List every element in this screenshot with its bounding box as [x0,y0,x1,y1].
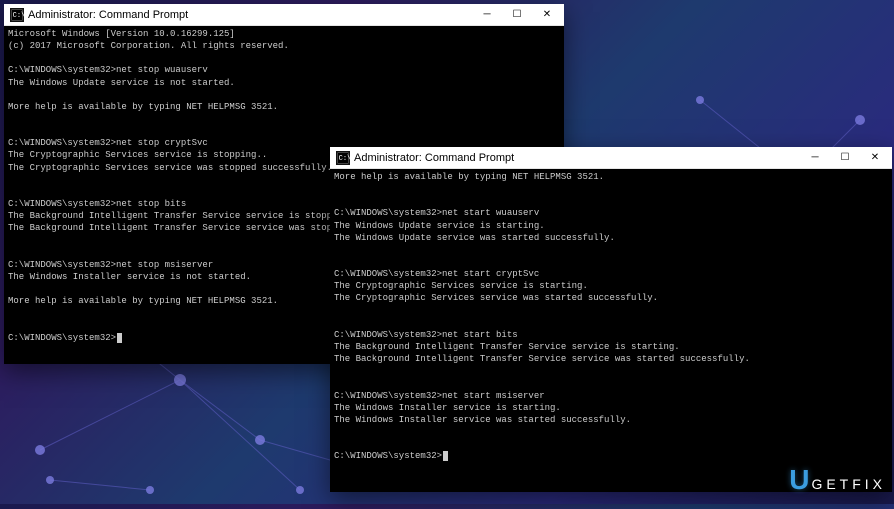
terminal-line: The Cryptographic Services service is st… [334,280,888,292]
terminal-line [8,52,560,64]
close-button[interactable] [860,147,890,169]
terminal-line: C:\WINDOWS\system32>net stop wuauserv [8,64,560,76]
terminal-line: C:\WINDOWS\system32>net start wuauserv [334,207,888,219]
terminal-line [334,305,888,317]
terminal-line: The Background Intelligent Transfer Serv… [334,353,888,365]
terminal-line [334,183,888,195]
cmd-icon: C:\ [336,151,350,165]
terminal-line: C:\WINDOWS\system32>net start msiserver [334,390,888,402]
minimize-button[interactable] [800,147,830,169]
terminal-line: Microsoft Windows [Version 10.0.16299.12… [8,28,560,40]
terminal-output[interactable]: More help is available by typing NET HEL… [330,169,892,492]
watermark: U GETFIX [789,464,886,496]
window-title: Administrator: Command Prompt [28,9,472,21]
terminal-line [334,426,888,438]
watermark-text: GETFIX [811,476,886,492]
watermark-letter: U [789,464,809,496]
terminal-line: The Windows Installer service was starte… [334,414,888,426]
terminal-line [334,256,888,268]
cursor [117,333,122,343]
terminal-line: The Windows Installer service is startin… [334,402,888,414]
window-title: Administrator: Command Prompt [354,152,800,164]
terminal-line [334,244,888,256]
terminal-line [8,89,560,101]
terminal-line: C:\WINDOWS\system32>net start cryptSvc [334,268,888,280]
titlebar[interactable]: C:\ Administrator: Command Prompt [4,4,564,26]
terminal-line: The Windows Update service is not starte… [8,77,560,89]
terminal-line [334,195,888,207]
terminal-line: The Background Intelligent Transfer Serv… [334,341,888,353]
window-controls [472,4,562,26]
minimize-button[interactable] [472,4,502,26]
terminal-line [334,377,888,389]
terminal-line [334,365,888,377]
cmd-icon: C:\ [10,8,24,22]
terminal-line: The Windows Update service is starting. [334,220,888,232]
svg-text:C:\: C:\ [339,154,350,162]
terminal-line [334,317,888,329]
terminal-line [8,113,560,125]
terminal-line: C:\WINDOWS\system32>net start bits [334,329,888,341]
maximize-button[interactable] [502,4,532,26]
terminal-line: More help is available by typing NET HEL… [8,101,560,113]
window-controls [800,147,890,169]
svg-text:C:\: C:\ [13,11,24,19]
maximize-button[interactable] [830,147,860,169]
cursor [443,451,448,461]
cmd-window-start[interactable]: C:\ Administrator: Command Prompt More h… [330,147,892,492]
terminal-line: The Windows Update service was started s… [334,232,888,244]
terminal-line: C:\WINDOWS\system32> [334,450,888,462]
terminal-line: The Cryptographic Services service was s… [334,292,888,304]
close-button[interactable] [532,4,562,26]
titlebar[interactable]: C:\ Administrator: Command Prompt [330,147,892,169]
terminal-line [8,125,560,137]
terminal-line: More help is available by typing NET HEL… [334,171,888,183]
terminal-line [334,438,888,450]
terminal-line: (c) 2017 Microsoft Corporation. All righ… [8,40,560,52]
